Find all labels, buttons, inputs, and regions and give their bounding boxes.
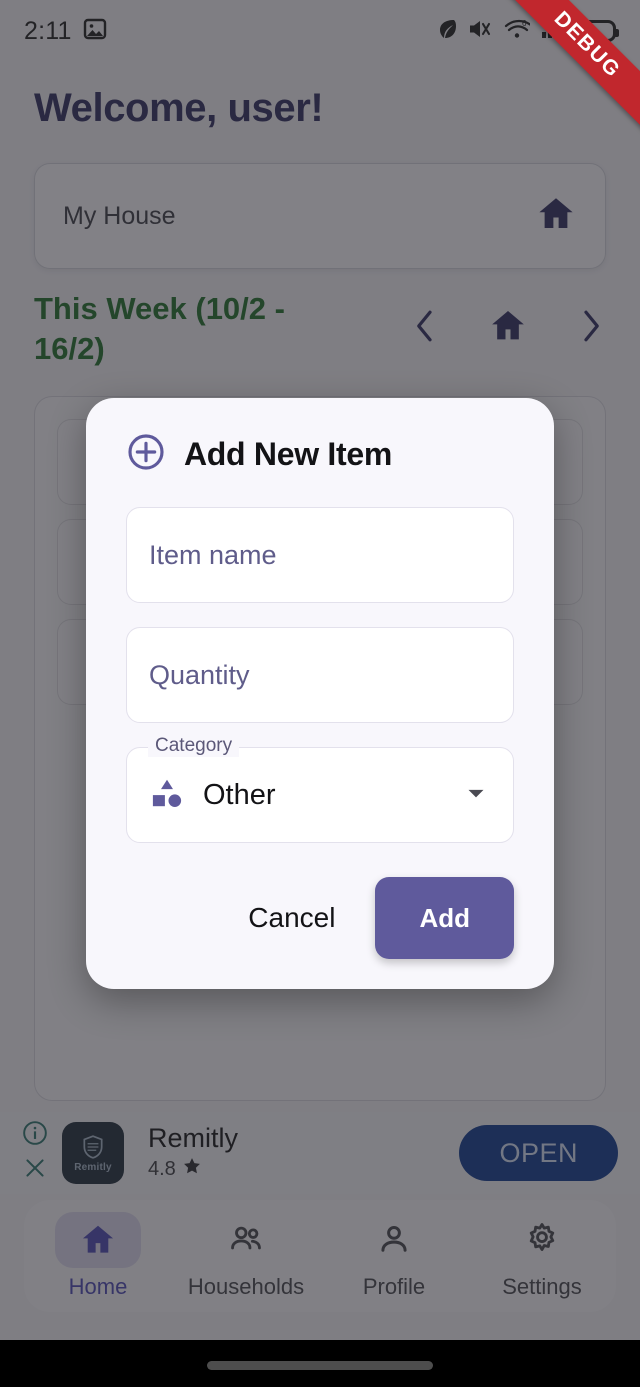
- chevron-down-icon[interactable]: [461, 778, 491, 813]
- plus-circle-icon: [126, 432, 166, 477]
- dialog-actions: Cancel Add: [126, 877, 514, 959]
- category-select[interactable]: Other: [126, 747, 514, 843]
- gesture-bar-area: [0, 1340, 640, 1387]
- category-select-wrapper: Category Other: [126, 735, 514, 843]
- item-name-input[interactable]: Item name: [126, 507, 514, 603]
- dialog-title: Add New Item: [184, 436, 392, 472]
- item-name-placeholder: Item name: [149, 539, 277, 570]
- category-label: Category: [148, 735, 240, 757]
- quantity-input[interactable]: Quantity: [126, 627, 514, 723]
- dialog-header: Add New Item: [126, 432, 514, 477]
- add-item-dialog: Add New Item Item name Quantity Category…: [86, 398, 554, 989]
- shapes-icon: [149, 775, 185, 816]
- app-root: 2:11 6 Welcome, user! My House: [0, 0, 640, 1340]
- gesture-bar[interactable]: [207, 1361, 433, 1370]
- quantity-placeholder: Quantity: [149, 659, 250, 690]
- cancel-button[interactable]: Cancel: [230, 888, 353, 948]
- add-button[interactable]: Add: [375, 877, 514, 959]
- category-value: Other: [203, 778, 276, 811]
